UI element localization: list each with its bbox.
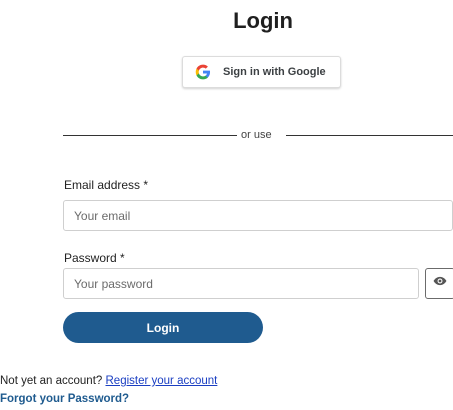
- register-prompt: Not yet an account? Register your accoun…: [0, 375, 217, 387]
- divider-line-left: [63, 135, 237, 136]
- register-prompt-text: Not yet an account?: [0, 375, 103, 387]
- email-label: Email address *: [64, 178, 149, 192]
- password-label: Password *: [64, 251, 125, 265]
- login-page: Login Sign in with Google or use Email a…: [0, 0, 453, 410]
- divider-line-right: [286, 135, 453, 136]
- forgot-password-link[interactable]: Forgot your Password?: [0, 393, 129, 405]
- show-password-button[interactable]: [425, 268, 453, 299]
- register-link[interactable]: Register your account: [106, 375, 218, 387]
- divider-text: or use: [241, 129, 272, 141]
- eye-icon: [433, 274, 447, 293]
- page-title: Login: [233, 8, 293, 33]
- or-divider: or use: [63, 128, 453, 142]
- password-field[interactable]: [63, 268, 419, 299]
- login-button[interactable]: Login: [63, 312, 263, 343]
- email-field[interactable]: [63, 200, 453, 231]
- google-signin-label: Sign in with Google: [223, 66, 326, 78]
- google-signin-button[interactable]: Sign in with Google: [182, 56, 341, 88]
- google-g-icon: [195, 64, 211, 80]
